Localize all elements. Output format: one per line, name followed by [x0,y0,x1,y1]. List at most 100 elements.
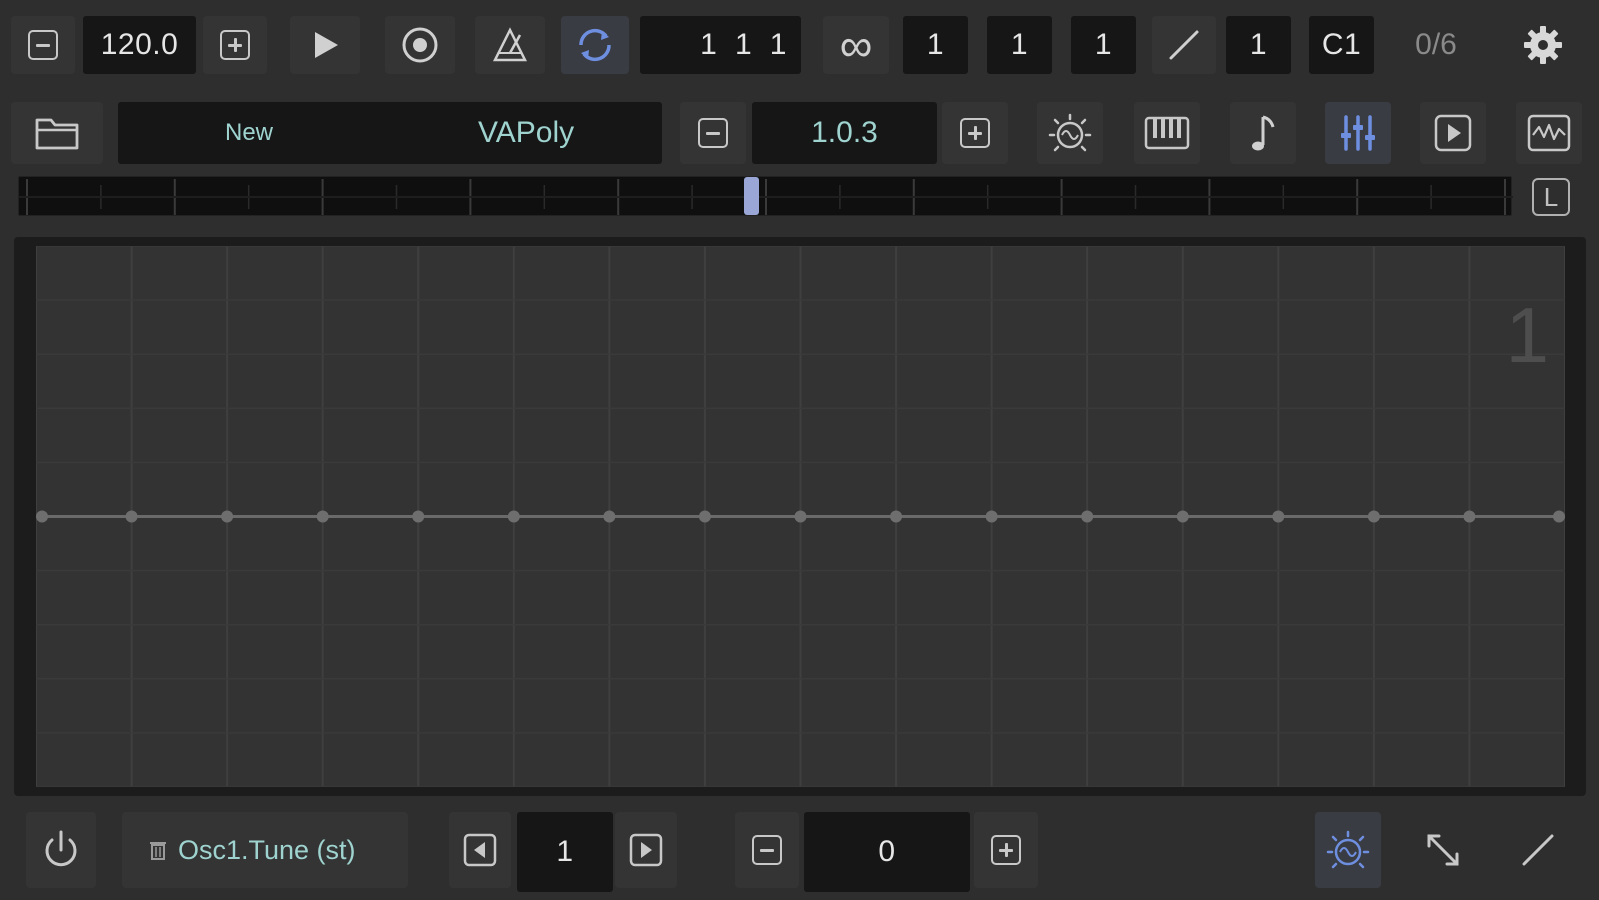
infinity-icon: ∞ [839,19,873,71]
automation-grid[interactable]: 1 [36,246,1565,787]
play-button[interactable] [290,16,360,74]
parameter-selector[interactable]: Osc1.Tune (st) [122,812,408,888]
transport-bar: 120.0 1 1 1 ∞ 1 1 1 1 C1 0/6 [0,14,1599,76]
step-next-button[interactable] [615,812,677,888]
tempo-display[interactable]: 120.0 [83,16,196,74]
counter-display[interactable]: 0/6 [1398,16,1474,74]
lfo-mode-button[interactable] [1315,812,1381,888]
automation-node[interactable] [125,510,138,523]
lfo-icon [1048,113,1092,152]
automation-node[interactable] [1367,510,1380,523]
lfo-active-icon [1326,830,1370,869]
automation-node[interactable] [698,510,711,523]
preset-name-right: VAPoly [478,116,575,149]
minus-icon [752,835,782,865]
plus-icon [960,118,990,148]
waveform-icon [1527,114,1571,152]
plus-icon [991,835,1021,865]
parameter-bar: Osc1.Tune (st) 1 0 [0,810,1599,892]
slash-icon [1169,30,1199,60]
open-folder-button[interactable] [11,102,103,164]
step-prev-button[interactable] [449,812,511,888]
automation-node[interactable] [1553,510,1565,523]
record-icon [402,27,438,63]
music-note-icon [1252,115,1275,151]
automation-node[interactable] [1081,510,1094,523]
settings-button[interactable] [1510,16,1576,74]
position-display[interactable]: 1 1 1 [640,16,801,74]
automation-node[interactable] [36,510,48,523]
automation-node[interactable] [507,510,520,523]
version-label: 1.0.3 [811,116,878,149]
step-display[interactable]: 1 [517,812,613,892]
ruler-ticks [19,179,1513,215]
field-2[interactable]: 1 [987,16,1052,74]
preset-selector[interactable]: New VAPoly [118,102,662,164]
waveform-button[interactable] [1516,102,1582,164]
page-number: 1 [1505,291,1549,379]
automation-node[interactable] [890,510,903,523]
parameter-name: Osc1.Tune (st) [178,834,356,865]
piano-icon [1144,116,1190,150]
automation-node[interactable] [1463,510,1476,523]
prev-icon [463,833,497,867]
metronome-icon [492,27,528,62]
grid-svg [36,246,1565,787]
field-1[interactable]: 1 [903,16,968,74]
gear-icon [1524,26,1562,64]
counter-label: 0/6 [1415,28,1457,61]
automation-node[interactable] [794,510,807,523]
automation-node[interactable] [316,510,329,523]
version-decrease-button[interactable] [680,102,746,164]
version-increase-button[interactable] [942,102,1008,164]
expand-button[interactable] [1410,812,1476,888]
lock-label: L [1543,181,1559,212]
play-box-icon [1434,114,1472,152]
sequencer-play-button[interactable] [1420,102,1486,164]
value-display[interactable]: 0 [804,812,970,892]
power-button[interactable] [26,812,96,888]
automation-node[interactable] [1272,510,1285,523]
minus-icon [698,118,728,148]
preset-bar: New VAPoly 1.0.3 [0,100,1599,166]
keyboard-button[interactable] [1134,102,1200,164]
record-button[interactable] [385,16,455,74]
folder-icon [35,118,79,150]
lock-button[interactable]: L [1528,176,1574,218]
metronome-button[interactable] [475,16,545,74]
loop-button[interactable] [561,16,629,74]
value-increase-button[interactable] [974,812,1038,888]
automation-node[interactable] [1176,510,1189,523]
timeline-ruler[interactable] [18,176,1513,216]
power-icon [45,830,77,867]
sliders-icon [1341,115,1375,151]
tempo-decrease-button[interactable] [11,16,75,74]
preset-name-left: New [225,119,274,146]
mixer-button[interactable] [1325,102,1391,164]
tempo-increase-button[interactable] [203,16,267,74]
version-display[interactable]: 1.0.3 [752,102,937,164]
field-3[interactable]: 1 [1071,16,1136,74]
automation-node[interactable] [221,510,234,523]
expand-icon [1427,834,1459,866]
pencil-button[interactable] [1505,812,1571,888]
value-decrease-button[interactable] [735,812,799,888]
pencil-icon [1522,834,1554,866]
trash-icon [150,842,166,860]
next-icon [629,833,663,867]
playhead-handle[interactable] [744,177,760,215]
loop-icon [579,28,611,62]
automation-node[interactable] [603,510,616,523]
lfo-button[interactable] [1037,102,1103,164]
draw-mode-button[interactable] [1152,16,1216,74]
automation-node[interactable] [985,510,998,523]
plus-icon [220,30,250,60]
field-4[interactable]: 1 [1226,16,1291,74]
minus-icon [28,30,58,60]
automation-graph[interactable]: 1 [14,237,1586,796]
automation-node[interactable] [412,510,425,523]
lock-box-icon: L [1532,178,1570,216]
note-display[interactable]: C1 [1309,16,1374,74]
loop-length-button[interactable]: ∞ [823,16,889,74]
note-button[interactable] [1230,102,1296,164]
